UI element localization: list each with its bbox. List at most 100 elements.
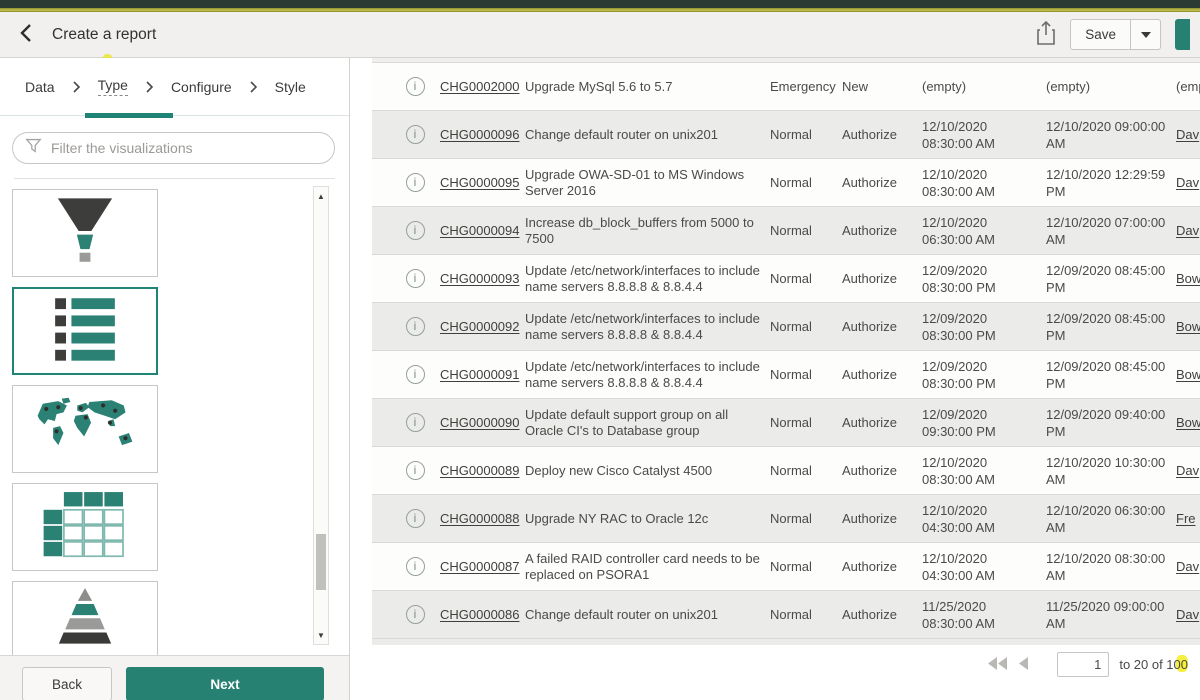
short-description-cell: Increase db_block_buffers from 5000 to 7… — [525, 215, 770, 247]
assigned-to-link[interactable]: Dav — [1176, 223, 1199, 238]
save-menu-button[interactable] — [1131, 19, 1161, 50]
record-number-link[interactable]: CHG0000092 — [440, 319, 520, 334]
info-icon[interactable]: i — [406, 221, 425, 240]
record-number-link[interactable]: CHG0000089 — [440, 463, 520, 478]
table-row: iCHG0000093Update /etc/network/interface… — [372, 255, 1200, 303]
info-cell: i — [390, 221, 440, 240]
wizard-step-data[interactable]: Data — [25, 79, 55, 95]
short-description-cell: Change default router on unix201 — [525, 607, 770, 623]
start-date-cell: 12/10/2020 08:30:00 AM — [922, 166, 1046, 200]
record-number-link[interactable]: CHG0000095 — [440, 175, 520, 190]
back-button[interactable]: Back — [22, 667, 112, 700]
info-icon[interactable]: i — [406, 317, 425, 336]
viz-option-heatmap[interactable] — [12, 483, 158, 571]
end-date-cell: 11/25/2020 09:00:00 AM — [1046, 598, 1176, 632]
info-icon[interactable]: i — [406, 557, 425, 576]
pagination-range: to 20 of 100 — [1119, 657, 1188, 672]
viz-option-list[interactable] — [12, 287, 158, 375]
first-page-button[interactable] — [988, 657, 1008, 673]
record-number-link[interactable]: CHG0000096 — [440, 127, 520, 142]
end-date-cell: 12/10/2020 08:30:00 AM — [1046, 550, 1176, 584]
info-icon[interactable]: i — [406, 413, 425, 432]
priority-cell: Normal — [770, 175, 842, 190]
save-button[interactable]: Save — [1070, 19, 1131, 50]
priority-cell: Normal — [770, 367, 842, 382]
wizard-step-configure[interactable]: Configure — [171, 79, 232, 95]
save-split-button: Save — [1070, 19, 1161, 50]
record-number-link[interactable]: CHG0002000 — [440, 79, 520, 94]
state-cell: Authorize — [842, 415, 922, 430]
scroll-up-arrow-icon[interactable]: ▲ — [314, 189, 328, 203]
number-cell: CHG0000086 — [440, 607, 525, 622]
priority-cell: Normal — [770, 319, 842, 334]
info-icon[interactable]: i — [406, 269, 425, 288]
wizard-step-type[interactable]: Type — [98, 77, 128, 96]
wizard-step-style[interactable]: Style — [275, 79, 306, 95]
record-number-link[interactable]: CHG0000087 — [440, 559, 520, 574]
info-icon[interactable]: i — [406, 173, 425, 192]
assigned-to-cell: Fre — [1176, 511, 1200, 526]
assigned-to-link[interactable]: Bow — [1176, 367, 1200, 382]
filter-section — [0, 116, 349, 178]
page-number-input[interactable] — [1057, 652, 1109, 677]
record-number-link[interactable]: CHG0000093 — [440, 271, 520, 286]
assigned-to-link[interactable]: Dav — [1176, 607, 1199, 622]
filter-visualizations-input[interactable] — [51, 140, 322, 156]
browser-chrome-bar — [0, 0, 1200, 8]
assigned-to-link[interactable]: Dav — [1176, 559, 1199, 574]
state-cell: Authorize — [842, 607, 922, 622]
assigned-to-link[interactable]: Bow — [1176, 319, 1200, 334]
funnel-chart-icon — [29, 193, 141, 274]
next-button[interactable]: Next — [126, 667, 324, 700]
assigned-to-cell: Dav — [1176, 559, 1200, 574]
record-number-link[interactable]: CHG0000088 — [440, 511, 520, 526]
viz-option-map[interactable] — [12, 385, 158, 473]
table-row: i CHG0000089 Deploy new Cisco Catalyst 450… — [372, 447, 1200, 495]
info-icon[interactable]: i — [406, 365, 425, 384]
back-arrow-button[interactable] — [18, 22, 34, 47]
assigned-to-cell: (empty) — [1176, 79, 1200, 94]
info-icon[interactable]: i — [406, 509, 425, 528]
share-button[interactable] — [1036, 20, 1056, 49]
record-number-link[interactable]: CHG0000086 — [440, 607, 520, 622]
info-icon[interactable]: i — [406, 77, 425, 96]
assigned-to-link[interactable]: Bow — [1176, 271, 1200, 286]
info-cell: i — [390, 125, 440, 144]
list-pagination: to 20 of 100 — [350, 652, 1200, 677]
info-icon[interactable]: i — [406, 461, 425, 480]
report-type-panel: Data Type Configure Style — [0, 58, 350, 700]
info-icon[interactable]: i — [406, 125, 425, 144]
chevron-left-icon — [18, 22, 34, 47]
assigned-to-link[interactable]: Dav — [1176, 175, 1199, 190]
scroll-down-arrow-icon[interactable]: ▼ — [314, 628, 328, 642]
info-icon[interactable]: i — [406, 605, 425, 624]
partial-row-bottom — [372, 639, 1200, 645]
clipped-primary-button[interactable] — [1175, 19, 1190, 50]
state-cell: Authorize — [842, 223, 922, 238]
short-description-cell: Change default router on unix201 — [525, 127, 770, 143]
info-cell: i — [390, 461, 440, 480]
table-row: iCHG0000087A failed RAID controller card… — [372, 543, 1200, 591]
assigned-to-link[interactable]: Dav — [1176, 127, 1199, 142]
number-cell: CHG0000089 — [440, 463, 525, 478]
funnel-filter-icon — [25, 137, 42, 159]
caret-down-icon — [1141, 32, 1151, 38]
scrollbar-thumb[interactable] — [316, 534, 326, 590]
info-cell: i — [390, 557, 440, 576]
record-number-link[interactable]: CHG0000090 — [440, 415, 520, 430]
short-description-cell: Deploy new Cisco Catalyst 4500 — [525, 463, 770, 479]
heatmap-table-icon — [29, 487, 141, 568]
info-cell: i — [390, 413, 440, 432]
viz-option-pyramid[interactable] — [12, 581, 158, 655]
assigned-to-link[interactable]: Dav — [1176, 463, 1199, 478]
viz-option-funnel[interactable] — [12, 189, 158, 277]
table-row: i CHG0000094 Increase db_block_buffers fro… — [372, 207, 1200, 255]
state-cell: Authorize — [842, 319, 922, 334]
assigned-to-link[interactable]: Bow — [1176, 415, 1200, 430]
assigned-to-link[interactable]: Fre — [1176, 511, 1196, 526]
record-number-link[interactable]: CHG0000094 — [440, 223, 520, 238]
previous-page-button[interactable] — [1018, 657, 1029, 673]
end-date-cell: 12/09/2020 08:45:00 PM — [1046, 358, 1176, 392]
record-number-link[interactable]: CHG0000091 — [440, 367, 520, 382]
viz-scrollbar[interactable]: ▲ ▼ — [313, 186, 329, 645]
